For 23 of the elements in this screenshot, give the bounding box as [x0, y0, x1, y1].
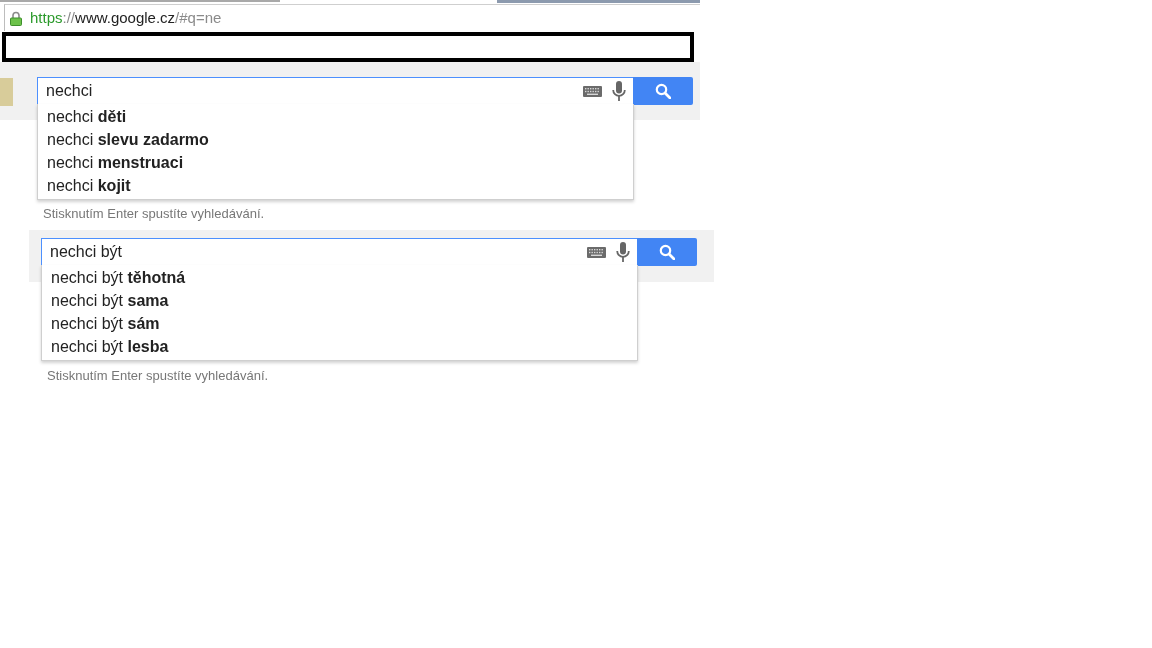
suggestion-item[interactable]: nechci být těhotná: [42, 266, 637, 289]
keyboard-icon[interactable]: [587, 247, 606, 258]
search-field[interactable]: nechci být: [41, 238, 637, 266]
suggestion-item[interactable]: nechci být lesba: [42, 335, 637, 358]
search-button[interactable]: [637, 238, 697, 266]
url-text: https://www.google.cz/#q=ne: [30, 9, 222, 27]
hint-text: Stisknutím Enter spustíte vyhledávání.: [47, 368, 269, 383]
suggestion-item[interactable]: nechci slevu zadarmo: [38, 128, 633, 151]
suggestion-item[interactable]: nechci děti: [38, 105, 633, 128]
microphone-icon[interactable]: [616, 242, 630, 262]
microphone-icon[interactable]: [612, 81, 626, 101]
search-field[interactable]: nechci: [37, 77, 633, 105]
search-icon: [659, 244, 675, 260]
suggestion-item[interactable]: nechci být sama: [42, 289, 637, 312]
lock-icon: [10, 11, 22, 26]
suggestion-item[interactable]: nechci menstruaci: [38, 151, 633, 174]
suggestion-item[interactable]: nechci být sám: [42, 312, 637, 335]
suggestion-item[interactable]: nechci kojit: [38, 174, 633, 197]
keyboard-icon[interactable]: [583, 86, 602, 97]
hint-text: Stisknutím Enter spustíte vyhledávání.: [43, 206, 265, 221]
search-icon: [655, 83, 671, 99]
address-bar[interactable]: https://www.google.cz/#q=ne: [4, 4, 700, 31]
search-button[interactable]: [633, 77, 693, 105]
